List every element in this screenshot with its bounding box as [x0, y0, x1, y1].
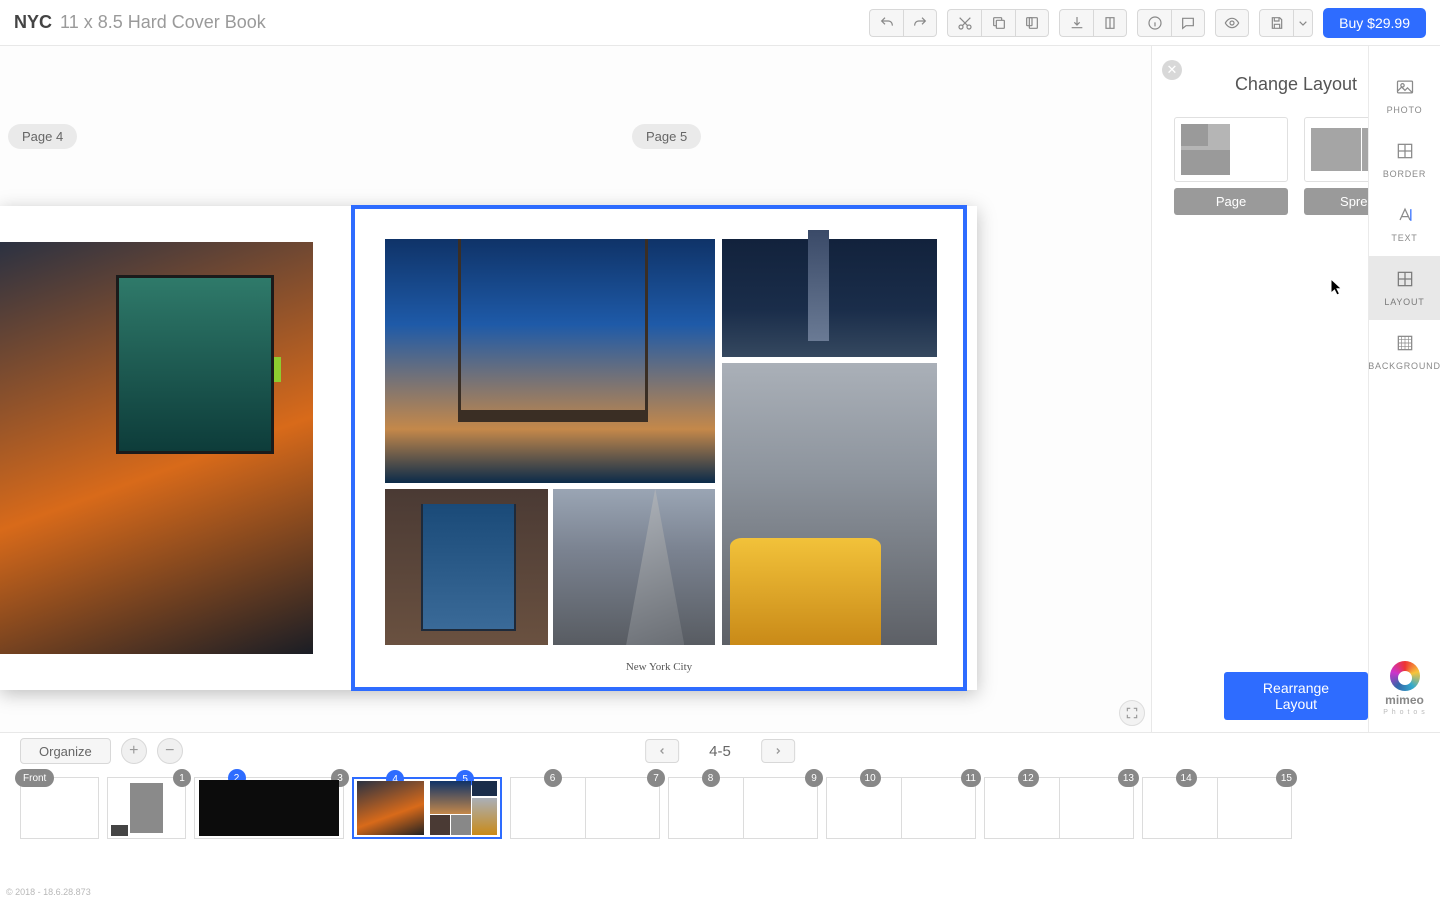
- layout-option-page[interactable]: Page: [1174, 117, 1288, 215]
- import-button[interactable]: [1059, 9, 1093, 37]
- rail-border-label: BORDER: [1383, 169, 1426, 179]
- fit-to-screen-button[interactable]: [1119, 700, 1145, 726]
- text-icon: [1395, 205, 1415, 227]
- rail-border[interactable]: BORDER: [1369, 128, 1440, 192]
- save-menu-button[interactable]: [1293, 9, 1313, 37]
- thumb-6-7[interactable]: 67: [510, 777, 660, 839]
- border-icon: [1395, 141, 1415, 163]
- page-caption[interactable]: New York City: [355, 661, 963, 673]
- layout-page-label: Page: [1174, 188, 1288, 215]
- thumb-badge: 13: [1118, 769, 1139, 787]
- thumb-badge: 6: [544, 769, 562, 787]
- photo-icon: [1395, 77, 1415, 99]
- photo-skyline-night[interactable]: [722, 239, 937, 357]
- footer-copyright: © 2018 - 18.6.28.873: [6, 887, 91, 897]
- project-name: NYC: [14, 12, 52, 33]
- rail-text-label: TEXT: [1391, 233, 1417, 243]
- rail-layout[interactable]: LAYOUT: [1369, 256, 1440, 320]
- page-5-selected[interactable]: New York City: [352, 206, 966, 690]
- thumb-badge: 1: [173, 769, 191, 787]
- rail-text[interactable]: TEXT: [1369, 192, 1440, 256]
- thumb-badge: 11: [961, 769, 981, 787]
- photo-manhattan-bridge[interactable]: [385, 239, 715, 483]
- thumb-badge: 14: [1176, 769, 1197, 787]
- rail-photo-label: PHOTO: [1387, 105, 1423, 115]
- brand-logo: mimeo P h o t o s: [1369, 661, 1440, 716]
- book-settings-button[interactable]: [1093, 9, 1127, 37]
- thumb-badge: 8: [702, 769, 720, 787]
- add-page-button[interactable]: +: [121, 738, 147, 764]
- thumb-14-15[interactable]: 1415: [1142, 777, 1292, 839]
- layout-icon: [1395, 269, 1415, 291]
- thumb-badge: 12: [1018, 769, 1039, 787]
- chat-button[interactable]: [1171, 9, 1205, 37]
- prev-spread-button[interactable]: [645, 739, 679, 763]
- page4-photo-times-square[interactable]: [0, 242, 313, 654]
- rail-background-label: BACKGROUND: [1368, 361, 1440, 371]
- rearrange-layout-button[interactable]: Rearrange Layout: [1224, 672, 1368, 720]
- buy-button[interactable]: Buy $29.99: [1323, 8, 1426, 38]
- thumb-8-9[interactable]: 89: [668, 777, 818, 839]
- photo-street-taxis[interactable]: [722, 363, 937, 645]
- preview-button[interactable]: [1215, 9, 1249, 37]
- background-icon: [1395, 333, 1415, 355]
- thumb-12-13[interactable]: 1213: [984, 777, 1134, 839]
- page-4[interactable]: [0, 206, 357, 690]
- photo-dumbo-bridge[interactable]: [385, 489, 548, 645]
- thumb-1[interactable]: 1: [107, 777, 186, 839]
- brand-name: mimeo: [1385, 693, 1424, 707]
- organize-button[interactable]: Organize: [20, 738, 111, 764]
- rail-background[interactable]: BACKGROUND: [1369, 320, 1440, 384]
- layout-page-preview: [1174, 117, 1288, 182]
- thumb-badge: 7: [647, 769, 665, 787]
- product-spec: 11 x 8.5 Hard Cover Book: [60, 12, 266, 33]
- thumb-2-3[interactable]: 2 3: [194, 777, 344, 839]
- info-button[interactable]: [1137, 9, 1171, 37]
- paste-button[interactable]: [1015, 9, 1049, 37]
- thumb-10-11[interactable]: 1011: [826, 777, 976, 839]
- rail-photo[interactable]: PHOTO: [1369, 64, 1440, 128]
- cut-button[interactable]: [947, 9, 981, 37]
- thumb-badge: 10: [860, 769, 881, 787]
- save-button[interactable]: [1259, 9, 1293, 37]
- thumbnail-strip[interactable]: Front 1 2 3 4 5 67 89 1011 1213 1415: [0, 769, 1440, 839]
- thumb-front[interactable]: Front: [20, 777, 99, 839]
- thumb-badge: 15: [1276, 769, 1297, 787]
- redo-button[interactable]: [903, 9, 937, 37]
- page-label-left: Page 4: [8, 124, 77, 149]
- editor-canvas[interactable]: Page 4 Page 5 New York City: [0, 46, 1151, 732]
- undo-button[interactable]: [869, 9, 903, 37]
- brand-sub: P h o t o s: [1383, 709, 1425, 716]
- photo-flatiron[interactable]: [553, 489, 715, 645]
- thumb-4-5-selected[interactable]: 4 5: [352, 777, 502, 839]
- tool-rail: PHOTO BORDER TEXT LAYOUT BACKGROUND mime…: [1368, 46, 1440, 732]
- thumb-badge: Front: [15, 769, 54, 787]
- current-page-range: 4-5: [709, 743, 731, 760]
- copy-button[interactable]: [981, 9, 1015, 37]
- remove-page-button[interactable]: −: [157, 738, 183, 764]
- next-spread-button[interactable]: [761, 739, 795, 763]
- filmstrip: Organize + − 4-5 Front 1 2 3 4 5 67 89 1…: [0, 732, 1440, 900]
- page-label-right: Page 5: [632, 124, 701, 149]
- thumb-badge: 9: [805, 769, 823, 787]
- rail-layout-label: LAYOUT: [1384, 297, 1424, 307]
- top-toolbar: NYC 11 x 8.5 Hard Cover Book Buy $29.99: [0, 0, 1440, 46]
- close-panel-button[interactable]: ✕: [1162, 60, 1182, 80]
